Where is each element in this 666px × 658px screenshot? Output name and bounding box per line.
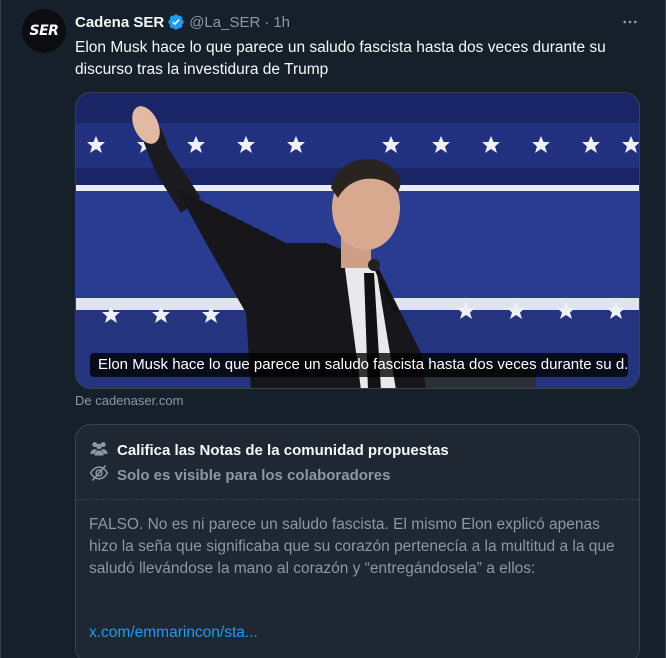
separator-dot: · — [264, 13, 270, 31]
eye-off-icon — [89, 463, 109, 488]
people-icon — [89, 438, 109, 463]
video-frame-image — [76, 93, 639, 388]
left-border — [0, 0, 1, 658]
timestamp[interactable]: 1h — [273, 14, 290, 31]
media-video[interactable]: Elon Musk hace lo que parece un saludo f… — [75, 92, 640, 389]
avatar-logo-text: SER — [29, 23, 59, 39]
note-subtitle: Solo es visible para los colaboradores — [117, 466, 391, 484]
tweet-text: Elon Musk hace lo que parece un saludo f… — [75, 39, 606, 78]
more-options-icon[interactable] — [620, 12, 640, 32]
link-source[interactable]: De cadenaser.com — [75, 393, 183, 408]
note-header: Califica las Notas de la comunidad propu… — [89, 440, 449, 460]
tweet[interactable]: SER Cadena SER @La_SER · 1h Elon Musk ha… — [0, 0, 666, 658]
avatar[interactable]: SER — [22, 9, 66, 53]
handle[interactable]: @La_SER — [189, 14, 260, 31]
note-link[interactable]: x.com/emmarincon/sta... — [89, 624, 258, 642]
display-name[interactable]: Cadena SER — [75, 14, 164, 31]
note-divider — [76, 499, 639, 500]
tweet-header: Cadena SER @La_SER · 1h — [75, 12, 290, 32]
video-caption: Elon Musk hace lo que parece un saludo f… — [90, 353, 628, 377]
note-body: FALSO. No es ni parece un saludo fascist… — [89, 516, 615, 577]
community-note-card[interactable]: Califica las Notas de la comunidad propu… — [75, 424, 640, 658]
note-visibility: Solo es visible para los colaboradores — [89, 463, 391, 488]
verified-badge-icon — [167, 13, 185, 31]
note-title: Califica las Notas de la comunidad propu… — [117, 441, 449, 459]
